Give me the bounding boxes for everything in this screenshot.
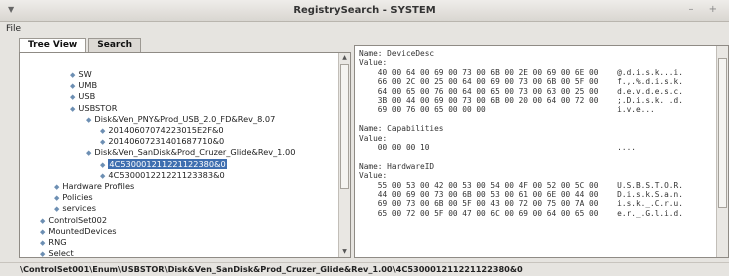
- tree-item[interactable]: ◆ Select: [40, 248, 74, 258]
- tree-item[interactable]: ◆ 4C530001221221123383&0: [100, 170, 225, 180]
- tree-node-icon[interactable]: ◆: [40, 217, 45, 225]
- tree-node-icon[interactable]: ◆: [70, 93, 75, 101]
- tree-node-icon[interactable]: ◆: [40, 239, 45, 247]
- tree-item[interactable]: ◆ RNG: [40, 237, 67, 247]
- scroll-down-icon[interactable]: ▼: [339, 247, 350, 257]
- value-line: 40 00 64 00 69 00 73 00 6B 00 2E 00 69 0…: [359, 67, 683, 77]
- menu-file[interactable]: File: [6, 24, 21, 34]
- tree-item-label: Hardware Profiles: [62, 181, 135, 191]
- value-line: Name: Capabilities: [359, 124, 444, 134]
- tree-item-label: Select: [48, 248, 74, 258]
- title-bar[interactable]: ▼ RegistrySearch - SYSTEM – +: [0, 0, 729, 22]
- tree-item-label: Policies: [62, 192, 93, 203]
- value-line: Name: HardwareID: [359, 161, 435, 171]
- value-line: Value:: [359, 133, 388, 143]
- tree-item-label: ControlSet002: [48, 214, 108, 225]
- value-panel[interactable]: Name: DeviceDesc Value: 40 00 64 00 69 00…: [354, 45, 729, 258]
- tree-node-icon[interactable]: ◆: [100, 138, 105, 146]
- value-line: 64 00 65 00 76 00 64 00 65 00 73 00 63 0…: [359, 86, 683, 96]
- tree-item-label: Disk&Ven_SanDisk&Prod_Cruzer_Glide&Rev_1…: [94, 147, 296, 158]
- value-line: 00 00 00 10 ....: [359, 143, 636, 152]
- tree-scrollbar[interactable]: ▲ ▼: [338, 53, 350, 257]
- tree-node-icon[interactable]: ◆: [86, 149, 91, 157]
- tree-item-label: 4C530001221221123383&0: [108, 169, 225, 180]
- status-path: \ControlSet001\Enum\USBSTOR\Disk&Ven_San…: [0, 262, 729, 276]
- window-controls[interactable]: – +: [688, 4, 723, 15]
- tree-node-icon[interactable]: ◆: [40, 228, 45, 236]
- tree-item[interactable]: ◆ ControlSet002: [40, 215, 107, 225]
- value-scrollbar[interactable]: [716, 46, 728, 257]
- tree-item[interactable]: ◆ SW: [70, 69, 92, 79]
- value-line: 44 00 69 00 73 00 6B 00 53 00 61 00 6E 0…: [359, 190, 683, 199]
- tree-item-label: UMB: [78, 80, 98, 91]
- tree-item-label: 20140607231401687710&0: [108, 136, 225, 147]
- tree-item[interactable]: ◆ Disk&Ven_SanDisk&Prod_Cruzer_Glide&Rev_…: [86, 147, 295, 157]
- tree-node-icon[interactable]: ◆: [70, 71, 75, 79]
- tree-node-icon[interactable]: ◆: [54, 183, 59, 191]
- tree-node-icon[interactable]: ◆: [86, 116, 91, 124]
- tree-item[interactable]: ◆ USB: [70, 91, 95, 101]
- tree-view-panel[interactable]: ◆ SW ◆ UMB ◆ USB ◆ USBSTOR ◆ Disk&Ven_PNY&Prod_US…: [19, 52, 351, 258]
- tree-item[interactable]: ◆ Hardware Profiles: [54, 181, 134, 191]
- value-line: 69 00 73 00 6B 00 5F 00 43 00 72 00 75 0…: [359, 199, 683, 209]
- value-line: Value:: [359, 171, 388, 181]
- value-line: Value:: [359, 58, 388, 68]
- tree-node-icon[interactable]: ◆: [100, 161, 105, 169]
- tree-item[interactable]: ◆ 20140607074223015E2F&0: [100, 125, 224, 135]
- window-title: RegistrySearch - SYSTEM: [293, 5, 436, 16]
- tree-item-label: USB: [78, 91, 96, 102]
- tree-list: ◆ SW ◆ UMB ◆ USB ◆ USBSTOR ◆ Disk&Ven_PNY&Prod_US…: [20, 53, 338, 257]
- tree-item-label: RNG: [48, 237, 67, 247]
- tree-item[interactable]: ◆ services: [54, 203, 96, 213]
- tree-item[interactable]: ◆ 4C530001211221122380&0: [100, 158, 227, 169]
- value-line: 3B 00 44 00 69 00 73 00 6B 00 20 00 64 0…: [359, 96, 683, 105]
- tree-node-icon[interactable]: ◆: [70, 82, 75, 90]
- tree-node-icon[interactable]: ◆: [40, 250, 45, 257]
- value-line: Name: DeviceDesc: [359, 49, 435, 58]
- tree-item[interactable]: ◆ MountedDevices: [40, 226, 117, 236]
- tab-search[interactable]: Search: [88, 38, 142, 52]
- tree-item-label: SW: [78, 69, 92, 79]
- tree-item-label: MountedDevices: [48, 225, 117, 236]
- tree-node-icon[interactable]: ◆: [100, 172, 105, 180]
- tree-item[interactable]: ◆ 20140607231401687710&0: [100, 136, 224, 146]
- tree-item[interactable]: ◆ UMB: [70, 80, 97, 90]
- tree-item-label: USBSTOR: [78, 102, 118, 113]
- tree-node-icon[interactable]: ◆: [70, 105, 75, 113]
- tree-item-label: services: [62, 203, 96, 214]
- tree-item-label: 20140607074223015E2F&0: [108, 125, 224, 135]
- tree-item[interactable]: ◆ USBSTOR: [70, 103, 117, 113]
- tree-item[interactable]: ◆ Disk&Ven_PNY&Prod_USB_2.0_FD&Rev_8.07: [86, 114, 275, 124]
- value-line: 55 00 53 00 42 00 53 00 54 00 4F 00 52 0…: [359, 180, 683, 190]
- menu-bar: File: [0, 22, 729, 36]
- tree-item-label: Disk&Ven_PNY&Prod_USB_2.0_FD&Rev_8.07: [94, 113, 276, 124]
- tree-node-icon[interactable]: ◆: [54, 205, 59, 213]
- tree-node-icon[interactable]: ◆: [54, 194, 59, 202]
- tree-node-icon[interactable]: ◆: [100, 127, 105, 135]
- value-scroll-thumb[interactable]: [718, 58, 727, 208]
- tree-item[interactable]: ◆ Policies: [54, 192, 93, 202]
- value-line: 69 00 76 00 65 00 00 00 i.v.e...: [359, 105, 655, 115]
- value-line: 66 00 2C 00 25 00 64 00 69 00 73 00 6B 0…: [359, 77, 683, 87]
- tree-item-label: 4C530001211221122380&0: [108, 158, 227, 169]
- value-line: 65 00 72 00 5F 00 47 00 6C 00 69 00 64 0…: [359, 208, 683, 218]
- tree-scroll-thumb[interactable]: [340, 64, 349, 189]
- registrysearch-window: ▼ RegistrySearch - SYSTEM – + File Tree …: [0, 0, 729, 276]
- tab-strip: Tree View Search: [19, 38, 143, 52]
- tab-tree-view[interactable]: Tree View: [19, 38, 87, 52]
- scroll-up-icon[interactable]: ▲: [339, 53, 350, 63]
